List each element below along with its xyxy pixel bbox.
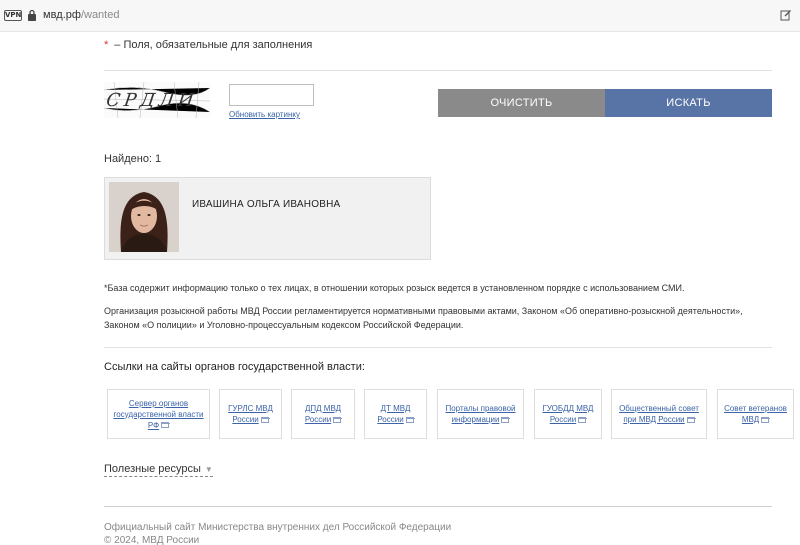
gov-link-dt[interactable]: ДТ МВД России xyxy=(364,389,427,439)
footer-site-name: Официальный сайт Министерства внутренних… xyxy=(104,522,452,533)
gov-link-public-council[interactable]: Общественный совет при МВД России xyxy=(611,389,707,439)
external-link-icon xyxy=(501,416,511,423)
external-link-icon xyxy=(686,416,696,423)
gov-link-dpd[interactable]: ДПД МВД России xyxy=(291,389,355,439)
found-count: Найдено: 1 xyxy=(104,153,162,165)
legal-note: Организация розыскной работы МВД России … xyxy=(104,306,743,330)
gov-link-legal-portals[interactable]: Порталы правовой информации xyxy=(437,389,524,439)
external-link-icon xyxy=(260,416,270,423)
external-link-icon xyxy=(761,416,771,423)
chevron-down-icon: ▼ xyxy=(204,465,213,474)
divider xyxy=(104,70,772,71)
captcha-text: СРДЛИ xyxy=(105,90,199,111)
external-link-icon xyxy=(578,416,588,423)
browser-address-bar: VPN мвд.рф/wanted xyxy=(0,0,800,32)
gov-link-label[interactable]: Сервер органов государственной власти РФ xyxy=(113,399,203,430)
gov-link-guobdd[interactable]: ГУОБДД МВД России xyxy=(534,389,602,439)
required-note-text: – Поля, обязательные для заполнения xyxy=(114,39,313,51)
gov-links-title: Ссылки на сайты органов государственной … xyxy=(104,361,365,373)
gov-link-gurls[interactable]: ГУРЛС МВД России xyxy=(219,389,282,439)
useful-resources-toggle[interactable]: Полезные ресурсы ▼ xyxy=(104,463,213,477)
vpn-badge[interactable]: VPN xyxy=(4,10,22,21)
gov-link-label[interactable]: Совет ветеранов МВД xyxy=(724,404,787,424)
divider xyxy=(104,506,772,507)
clear-button[interactable]: ОЧИСТИТЬ xyxy=(438,89,605,117)
gov-link-server[interactable]: Сервер органов государственной власти РФ xyxy=(107,389,210,439)
required-star: * xyxy=(104,39,109,51)
useful-resources-label: Полезные ресурсы xyxy=(104,463,201,475)
result-name[interactable]: ИВАШИНА ОЛЬГА ИВАНОВНА xyxy=(192,199,340,210)
divider xyxy=(104,347,772,348)
external-link-icon xyxy=(333,416,343,423)
search-button[interactable]: ИСКАТЬ xyxy=(605,89,772,117)
captcha-input[interactable] xyxy=(229,84,314,106)
gov-link-veterans[interactable]: Совет ветеранов МВД xyxy=(717,389,794,439)
lock-icon[interactable] xyxy=(27,9,37,21)
url-domain: мвд.рф xyxy=(43,9,81,21)
captcha-image: СРДЛИ xyxy=(104,82,210,118)
external-link-icon xyxy=(161,422,171,429)
database-note: *База содержит информацию только о тех л… xyxy=(104,283,685,293)
edit-icon[interactable] xyxy=(780,9,792,21)
url-field[interactable]: мвд.рф/wanted xyxy=(43,9,119,21)
refresh-captcha-link[interactable]: Обновить картинку xyxy=(229,110,300,119)
result-card[interactable]: ИВАШИНА ОЛЬГА ИВАНОВНА xyxy=(104,177,431,260)
footer-copyright: © 2024, МВД России xyxy=(104,535,200,545)
url-path: /wanted xyxy=(80,9,120,21)
external-link-icon xyxy=(405,416,415,423)
person-photo xyxy=(109,182,179,252)
required-fields-note: * – Поля, обязательные для заполнения xyxy=(104,39,312,51)
